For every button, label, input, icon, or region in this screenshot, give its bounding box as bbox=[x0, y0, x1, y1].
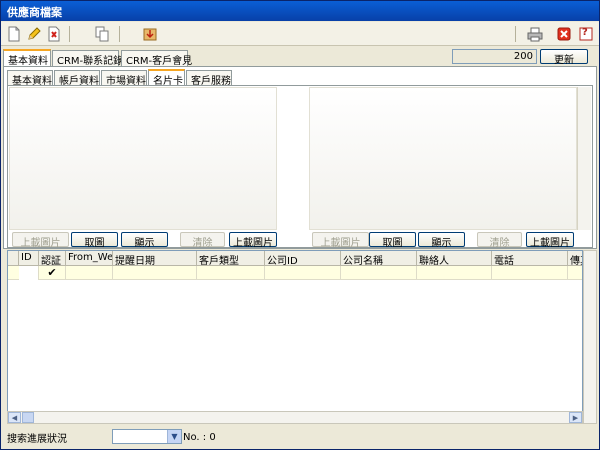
grid-header: ID 認証 From_Web 提醒日期 客戶類型 公司ID 公司名稱 聯絡人 電… bbox=[8, 251, 582, 266]
column-header[interactable]: 公司名稱 bbox=[341, 251, 417, 266]
retrieve-image-button[interactable]: 取圖 bbox=[71, 232, 118, 249]
toolbar-separator bbox=[119, 26, 120, 42]
column-header[interactable]: 客戶類型 bbox=[197, 251, 265, 266]
column-header[interactable]: 認証 bbox=[39, 251, 66, 266]
clear-image-button[interactable]: 清除 bbox=[180, 232, 225, 249]
new-document-icon[interactable] bbox=[5, 25, 23, 43]
cell-client-type[interactable] bbox=[197, 266, 265, 280]
tab-crm-contact-log[interactable]: CRM-聯系記錄 bbox=[52, 50, 123, 67]
upload-image-button[interactable]: 上載圖片 bbox=[526, 232, 574, 249]
scroll-right-icon[interactable]: ▶ bbox=[569, 412, 582, 423]
close-icon[interactable] bbox=[555, 25, 573, 43]
import-icon[interactable] bbox=[141, 25, 159, 43]
print-icon[interactable] bbox=[526, 25, 544, 43]
card-back-image bbox=[309, 87, 577, 230]
scroll-thumb[interactable] bbox=[22, 412, 34, 423]
show-image-button[interactable]: 顯示 bbox=[418, 232, 465, 249]
help-glyph: ? bbox=[582, 27, 588, 38]
row-header-corner bbox=[8, 251, 19, 266]
cell-id[interactable] bbox=[19, 266, 39, 280]
search-progress-label: 搜索進展狀況 bbox=[7, 434, 67, 445]
copy-icon[interactable] bbox=[93, 25, 111, 43]
cell-remind-date[interactable] bbox=[113, 266, 197, 280]
upload-image-button-disabled[interactable]: 上載圖片 bbox=[12, 232, 69, 249]
column-header[interactable]: 提醒日期 bbox=[113, 251, 197, 266]
cell-company-name[interactable] bbox=[341, 266, 417, 280]
chevron-down-icon[interactable]: ▼ bbox=[167, 430, 181, 443]
clear-image-button[interactable]: 清除 bbox=[477, 232, 522, 249]
scroll-left-icon[interactable]: ◀ bbox=[8, 412, 21, 423]
search-progress-select[interactable]: ▼ bbox=[112, 429, 182, 444]
refresh-button[interactable]: 更新 bbox=[540, 49, 588, 66]
supplier-grid: ID 認証 From_Web 提醒日期 客戶類型 公司ID 公司名稱 聯絡人 電… bbox=[7, 250, 583, 424]
title-bar: 供應商檔案 bbox=[1, 1, 599, 21]
record-count-field[interactable]: 200 bbox=[452, 49, 537, 64]
column-header[interactable]: 傳真 bbox=[568, 251, 582, 266]
column-header[interactable]: 電話 bbox=[492, 251, 568, 266]
toolbar-separator bbox=[69, 26, 70, 42]
record-number-label: No. : 0 bbox=[183, 432, 216, 443]
card-front-image bbox=[9, 87, 277, 230]
cell-fax[interactable] bbox=[568, 266, 582, 280]
supplier-file-window: 供應商檔案 ? 基本資料 CRM-聯系記錄 CRM-客戶會見 200 更新 基本… bbox=[0, 0, 600, 450]
edit-pencil-icon[interactable] bbox=[25, 25, 43, 43]
tab-crm-client-meeting[interactable]: CRM-客戶會見 bbox=[121, 50, 192, 67]
column-header[interactable]: From_Web bbox=[66, 251, 113, 266]
toolbar-separator bbox=[515, 26, 516, 42]
retrieve-image-button[interactable]: 取圖 bbox=[369, 232, 416, 249]
toolbar: ? bbox=[1, 22, 599, 46]
cell-contact[interactable] bbox=[417, 266, 492, 280]
cell-phone[interactable] bbox=[492, 266, 568, 280]
cell-from-web[interactable] bbox=[66, 266, 113, 280]
column-header[interactable]: 聯絡人 bbox=[417, 251, 492, 266]
help-icon[interactable]: ? bbox=[577, 25, 595, 43]
delete-doc-icon[interactable] bbox=[45, 25, 63, 43]
column-header[interactable]: ID bbox=[19, 251, 39, 266]
grid-horizontal-scrollbar[interactable]: ◀ ▶ bbox=[7, 411, 583, 424]
tab-basic-info[interactable]: 基本資料 bbox=[3, 49, 51, 67]
cell-verified[interactable]: ✔ bbox=[39, 266, 66, 280]
window-title: 供應商檔案 bbox=[7, 6, 62, 19]
grid-vertical-scrollbar[interactable] bbox=[583, 250, 597, 424]
column-header[interactable]: 公司ID bbox=[265, 251, 341, 266]
upload-image-button[interactable]: 上載圖片 bbox=[229, 232, 277, 249]
cell-company-id[interactable] bbox=[265, 266, 341, 280]
show-image-button[interactable]: 顯示 bbox=[121, 232, 168, 249]
upload-image-button-disabled[interactable]: 上載圖片 bbox=[312, 232, 369, 249]
table-row[interactable]: ✔ bbox=[8, 266, 582, 280]
card-panel-scrollbar[interactable] bbox=[577, 87, 591, 230]
